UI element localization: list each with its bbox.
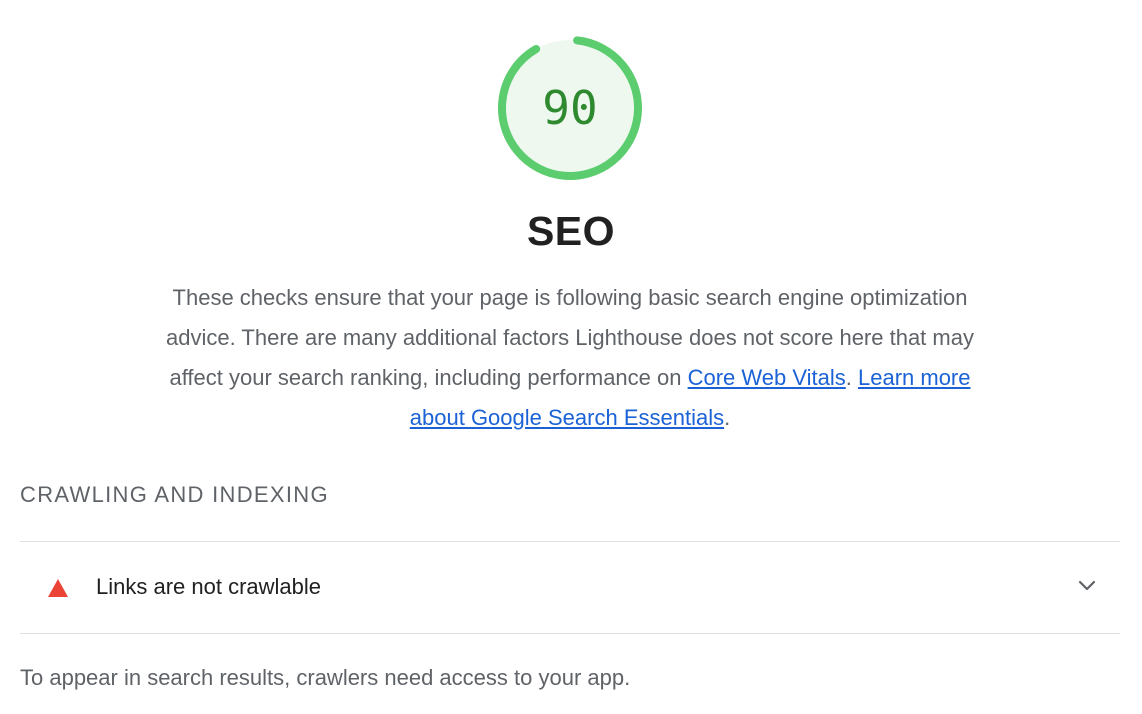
group-title: CRAWLING AND INDEXING (20, 482, 329, 507)
description-text-separator: . (845, 365, 858, 390)
category-title: SEO (526, 208, 616, 254)
description-text-end: . (724, 405, 731, 430)
divider (20, 633, 1120, 634)
chevron-down-icon[interactable] (1078, 579, 1096, 593)
score-gauge: 90 (496, 34, 644, 182)
warning-triangle-icon (48, 579, 68, 597)
category-description: These checks ensure that your page is fo… (150, 278, 990, 438)
core-web-vitals-link[interactable]: Core Web Vitals (688, 365, 846, 390)
group-help-text: To appear in search results, crawlers ne… (20, 665, 631, 690)
audit-title: Links are not crawlable (96, 574, 322, 599)
audit-row-links-not-crawlable[interactable]: Links are not crawlable (20, 542, 1120, 634)
score-value: 90 (542, 81, 598, 135)
